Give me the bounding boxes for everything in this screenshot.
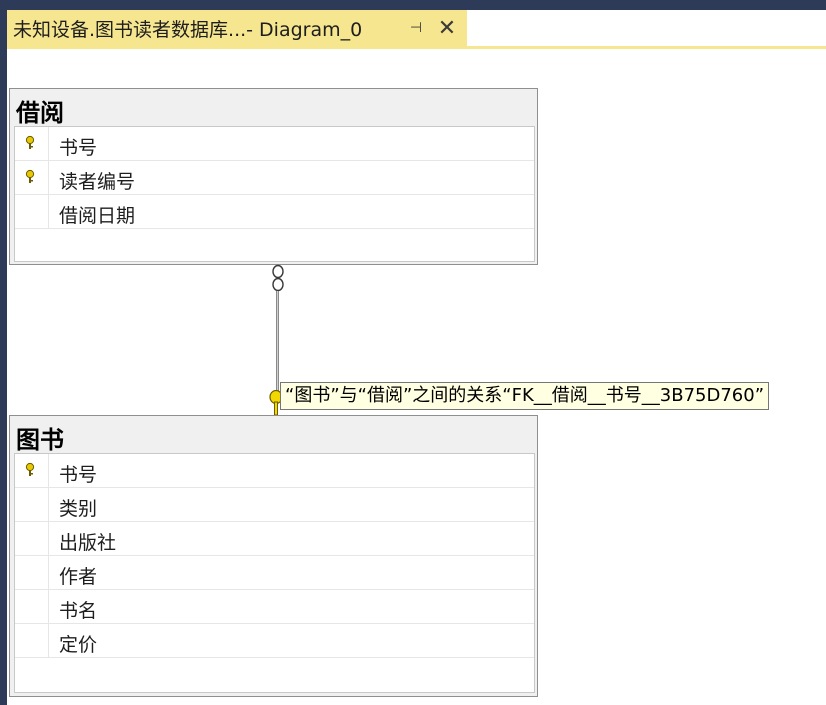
column-name: 借阅日期	[59, 205, 136, 227]
column-name: 读者编号	[59, 171, 136, 193]
column-name: 出版社	[59, 532, 117, 554]
column-row[interactable]: 书号	[15, 127, 534, 161]
table-title: 借阅	[16, 99, 64, 127]
column-name: 书号	[59, 464, 98, 486]
column-row[interactable]: 读者编号	[15, 161, 534, 195]
row-selector[interactable]	[15, 488, 49, 521]
column-row[interactable]: 书号	[15, 454, 534, 488]
tab-title: 未知设备.图书读者数据库...- Diagram_0	[13, 18, 363, 41]
column-row[interactable]: 借阅日期	[15, 195, 534, 229]
close-icon[interactable]: ✕	[435, 15, 459, 41]
column-row[interactable]: 书名	[15, 590, 534, 624]
row-selector[interactable]	[15, 195, 49, 228]
window-frame-top	[0, 0, 826, 10]
row-selector[interactable]	[15, 590, 49, 623]
empty-row[interactable]	[15, 229, 534, 263]
row-selector[interactable]	[15, 161, 49, 194]
table-title: 图书	[16, 426, 64, 454]
row-selector[interactable]	[15, 522, 49, 555]
primary-key-icon	[25, 135, 35, 149]
column-row[interactable]: 出版社	[15, 522, 534, 556]
column-grid: 书号 类别 出版社 作者 书名 定价	[14, 453, 535, 693]
empty-row[interactable]	[15, 658, 534, 692]
primary-key-icon	[25, 462, 35, 476]
column-name: 类别	[59, 498, 98, 520]
tab-underline	[7, 46, 826, 49]
column-name: 作者	[59, 566, 98, 588]
column-row[interactable]: 类别	[15, 488, 534, 522]
relationship-tooltip: “图书”与“借阅”之间的关系“FK__借阅__书号__3B75D760”	[280, 382, 770, 410]
column-row[interactable]: 定价	[15, 624, 534, 658]
primary-key-icon	[25, 169, 35, 183]
pin-icon[interactable]: ⊣	[405, 16, 427, 40]
document-tab[interactable]: 未知设备.图书读者数据库...- Diagram_0 ⊣ ✕	[7, 10, 467, 46]
row-selector[interactable]	[15, 454, 49, 487]
table-book[interactable]: 图书 书号 类别 出版社 作者 书名 定价	[9, 415, 538, 697]
relationship-line-highlight	[277, 291, 278, 393]
column-row[interactable]: 作者	[15, 556, 534, 590]
column-name: 书名	[59, 600, 98, 622]
row-selector[interactable]	[15, 127, 49, 160]
column-grid: 书号 读者编号 借阅日期	[14, 126, 535, 262]
column-name: 定价	[59, 634, 98, 656]
row-selector[interactable]	[15, 556, 49, 589]
column-name: 书号	[59, 137, 98, 159]
many-end-infinity-icon	[272, 264, 284, 292]
row-selector[interactable]	[15, 624, 49, 657]
table-borrow[interactable]: 借阅 书号 读者编号 借阅日期	[9, 88, 538, 265]
window-frame-left	[0, 0, 7, 705]
